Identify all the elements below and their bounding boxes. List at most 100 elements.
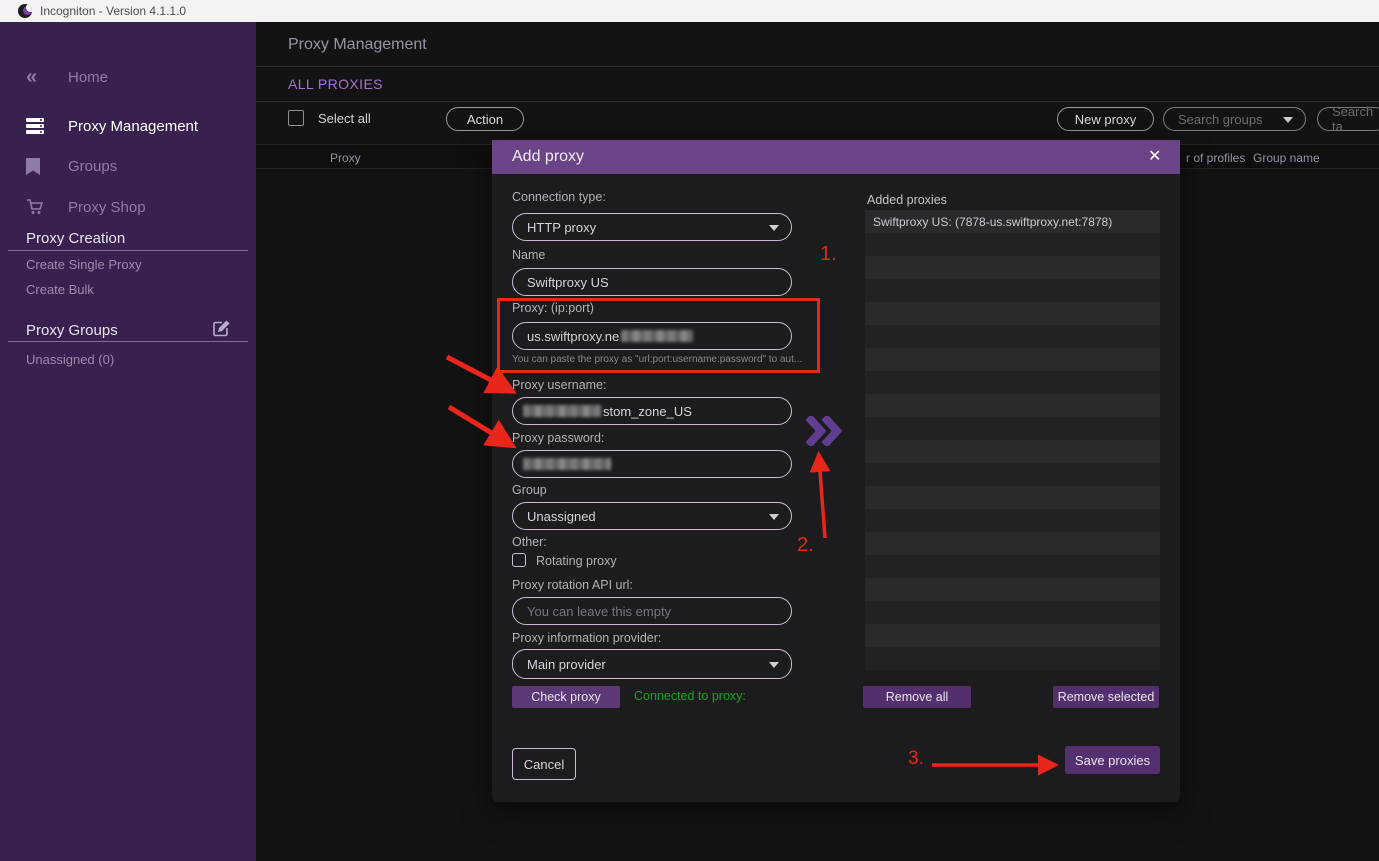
added-proxy-row[interactable] xyxy=(865,302,1160,325)
connection-type-label: Connection type: xyxy=(512,190,606,204)
close-icon[interactable]: ✕ xyxy=(1148,146,1161,166)
modal-header: Add proxy ✕ xyxy=(492,140,1180,174)
search-tags-input[interactable]: Search ta xyxy=(1317,107,1379,131)
added-proxy-row[interactable] xyxy=(865,463,1160,486)
provider-value: Main provider xyxy=(527,657,606,672)
sidebar-collapse-icon[interactable]: « xyxy=(26,68,48,86)
added-proxy-row[interactable] xyxy=(865,279,1160,302)
added-proxies-list: Swiftproxy US: (7878-us.swiftproxy.net:7… xyxy=(865,210,1160,670)
added-proxy-row[interactable] xyxy=(865,486,1160,509)
divider xyxy=(8,341,248,342)
all-proxies-heading: ALL PROXIES xyxy=(288,76,383,92)
add-proxy-modal: Add proxy ✕ Connection type: HTTP proxy … xyxy=(492,140,1180,802)
sidebar-link-create-bulk[interactable]: Create Bulk xyxy=(26,282,94,297)
chevron-down-icon xyxy=(1283,117,1293,123)
sidebar-link-create-single-proxy[interactable]: Create Single Proxy xyxy=(26,257,142,272)
column-header-profiles: r of profiles xyxy=(1186,151,1245,165)
new-proxy-button[interactable]: New proxy xyxy=(1057,107,1154,131)
section-bar: ALL PROXIES xyxy=(256,67,1379,102)
app-window: Incogniton - Version 4.1.1.0 « Home Prox… xyxy=(0,0,1379,861)
redacted-blur xyxy=(523,405,601,417)
name-value: Swiftproxy US xyxy=(527,275,609,290)
cancel-button[interactable]: Cancel xyxy=(512,748,576,780)
edit-groups-icon[interactable] xyxy=(213,319,231,342)
added-proxy-row[interactable] xyxy=(865,440,1160,463)
added-proxy-row[interactable] xyxy=(865,624,1160,647)
page-title: Proxy Management xyxy=(288,36,427,54)
proxy-ip-label: Proxy: (ip:port) xyxy=(512,301,594,315)
proxy-username-input[interactable]: stom_zone_US xyxy=(512,397,792,425)
proxy-status-text: Connected to proxy: xyxy=(634,689,746,703)
bookmark-icon xyxy=(26,158,48,175)
page-title-bar: Proxy Management xyxy=(256,22,1379,67)
group-value: Unassigned xyxy=(527,509,596,524)
modal-title: Add proxy xyxy=(512,148,584,166)
proxy-password-label: Proxy password: xyxy=(512,431,604,445)
added-proxy-row[interactable] xyxy=(865,371,1160,394)
sidebar-item-label: Proxy Shop xyxy=(68,199,146,216)
sidebar-item-groups[interactable]: Groups xyxy=(0,153,256,179)
search-groups-placeholder: Search groups xyxy=(1178,112,1263,127)
proxy-ip-value: us.swiftproxy.ne xyxy=(527,329,619,344)
search-tags-placeholder: Search ta xyxy=(1332,104,1379,134)
added-proxy-row[interactable] xyxy=(865,647,1160,670)
search-groups-dropdown[interactable]: Search groups xyxy=(1163,107,1306,131)
remove-selected-button[interactable]: Remove selected xyxy=(1053,686,1159,708)
connection-type-select[interactable]: HTTP proxy xyxy=(512,213,792,241)
added-proxy-row[interactable] xyxy=(865,555,1160,578)
name-label: Name xyxy=(512,248,545,262)
added-proxy-row[interactable] xyxy=(865,417,1160,440)
column-header-proxy: Proxy xyxy=(330,151,361,165)
added-proxy-row[interactable] xyxy=(865,348,1160,371)
rotation-api-label: Proxy rotation API url: xyxy=(512,578,633,592)
divider xyxy=(8,250,248,251)
proxy-paste-helper: You can paste the proxy as "url:port:use… xyxy=(512,354,802,365)
os-title-bar: Incogniton - Version 4.1.1.0 xyxy=(0,0,1379,22)
proxy-username-value: stom_zone_US xyxy=(603,404,692,419)
rotating-proxy-label: Rotating proxy xyxy=(536,554,617,568)
sidebar: « Home Proxy Management Groups Proxy Sho… xyxy=(0,22,256,861)
check-proxy-button[interactable]: Check proxy xyxy=(512,686,620,708)
group-select[interactable]: Unassigned xyxy=(512,502,792,530)
added-proxy-row[interactable] xyxy=(865,233,1160,256)
window-title: Incogniton - Version 4.1.1.0 xyxy=(40,4,186,18)
redacted-blur xyxy=(523,458,611,470)
added-proxy-row[interactable] xyxy=(865,532,1160,555)
sidebar-item-proxy-shop[interactable]: Proxy Shop xyxy=(0,194,256,220)
added-proxy-row[interactable] xyxy=(865,256,1160,279)
remove-all-button[interactable]: Remove all xyxy=(863,686,971,708)
added-proxy-row[interactable] xyxy=(865,325,1160,348)
added-proxy-row[interactable]: Swiftproxy US: (7878-us.swiftproxy.net:7… xyxy=(865,210,1160,233)
select-all-checkbox[interactable] xyxy=(288,110,304,126)
redacted-blur xyxy=(621,330,693,342)
group-label: Group xyxy=(512,483,547,497)
other-label: Other: xyxy=(512,535,547,549)
proxy-ip-input[interactable]: us.swiftproxy.ne xyxy=(512,322,792,350)
proxy-username-label: Proxy username: xyxy=(512,378,606,392)
rotating-proxy-checkbox[interactable] xyxy=(512,553,526,567)
sidebar-link-unassigned-group[interactable]: Unassigned (0) xyxy=(26,352,114,367)
chevron-down-icon xyxy=(769,225,779,231)
added-proxy-row[interactable] xyxy=(865,509,1160,532)
action-button[interactable]: Action xyxy=(446,107,524,131)
name-input[interactable]: Swiftproxy US xyxy=(512,268,792,296)
proxy-password-input[interactable] xyxy=(512,450,792,478)
sidebar-item-home[interactable]: « Home xyxy=(0,64,256,90)
added-proxies-label: Added proxies xyxy=(867,193,947,207)
provider-select[interactable]: Main provider xyxy=(512,649,792,679)
proxy-creation-heading: Proxy Creation xyxy=(26,230,230,247)
cart-icon xyxy=(26,199,48,215)
added-proxy-row[interactable] xyxy=(865,578,1160,601)
incogniton-logo-icon xyxy=(18,4,32,18)
rotation-api-input[interactable] xyxy=(512,597,792,625)
sidebar-item-label: Groups xyxy=(68,158,117,175)
connection-type-value: HTTP proxy xyxy=(527,220,596,235)
save-proxies-button[interactable]: Save proxies xyxy=(1065,746,1160,774)
added-proxy-row[interactable] xyxy=(865,601,1160,624)
sidebar-item-proxy-management[interactable]: Proxy Management xyxy=(0,113,256,139)
sidebar-item-label: Proxy Management xyxy=(68,118,198,135)
added-proxy-row[interactable] xyxy=(865,394,1160,417)
chevron-down-icon xyxy=(769,662,779,668)
select-all-label: Select all xyxy=(318,111,371,126)
provider-label: Proxy information provider: xyxy=(512,631,661,645)
